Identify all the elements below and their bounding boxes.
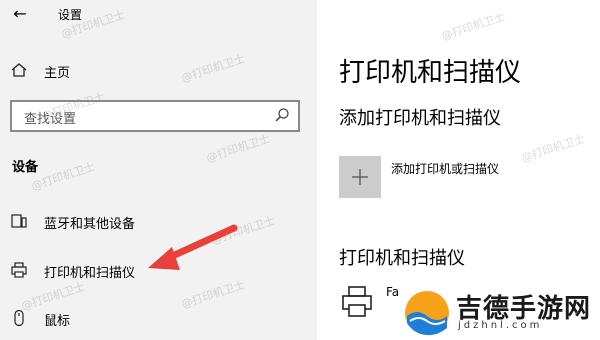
sidebar-item-mouse[interactable]: 鼠标 <box>0 300 317 336</box>
sidebar-item-label: 蓝牙和其他设备 <box>44 217 136 232</box>
page-title: 打印机和扫描仪 <box>339 58 522 88</box>
title-bar: ← 设置 <box>0 0 317 30</box>
sidebar-group-label: 设备 <box>12 160 39 175</box>
mouse-icon <box>10 309 28 327</box>
site-logo: 吉德手游网 jdzhnl.com <box>400 282 600 340</box>
site-logo-url: jdzhnl.com <box>458 320 543 331</box>
search-input[interactable]: 查找设置 <box>10 100 300 132</box>
sidebar-item-home[interactable]: 主页 <box>0 52 317 88</box>
search-icon[interactable] <box>274 107 290 123</box>
site-logo-icon <box>405 291 449 336</box>
printer-icon <box>10 261 28 279</box>
add-printer-label[interactable]: 添加打印机或扫描仪 <box>391 160 499 177</box>
sidebar-item-label: 打印机和扫描仪 <box>44 266 136 281</box>
sidebar-item-label: 主页 <box>44 66 71 81</box>
sidebar-item-bluetooth[interactable]: 蓝牙和其他设备 <box>0 203 317 239</box>
add-printer-button[interactable] <box>339 156 381 198</box>
printer-icon[interactable] <box>339 284 375 320</box>
bluetooth-devices-icon <box>10 212 28 230</box>
sidebar-item-label: 鼠标 <box>44 314 71 329</box>
settings-sidebar: ← 设置 主页 查找设置 设备 蓝牙和其他设备 打印机和扫描仪 鼠标 <box>0 0 317 340</box>
back-arrow-icon[interactable]: ← <box>10 4 30 24</box>
window-title: 设置 <box>58 8 83 22</box>
printer-name[interactable]: Fa <box>386 285 399 299</box>
sidebar-item-printers[interactable]: 打印机和扫描仪 <box>0 252 317 288</box>
search-placeholder: 查找设置 <box>24 112 77 127</box>
home-icon <box>10 61 28 79</box>
printers-list-heading: 打印机和扫描仪 <box>339 248 465 269</box>
add-section-heading: 添加打印机和扫描仪 <box>339 108 501 129</box>
plus-icon <box>339 156 381 198</box>
